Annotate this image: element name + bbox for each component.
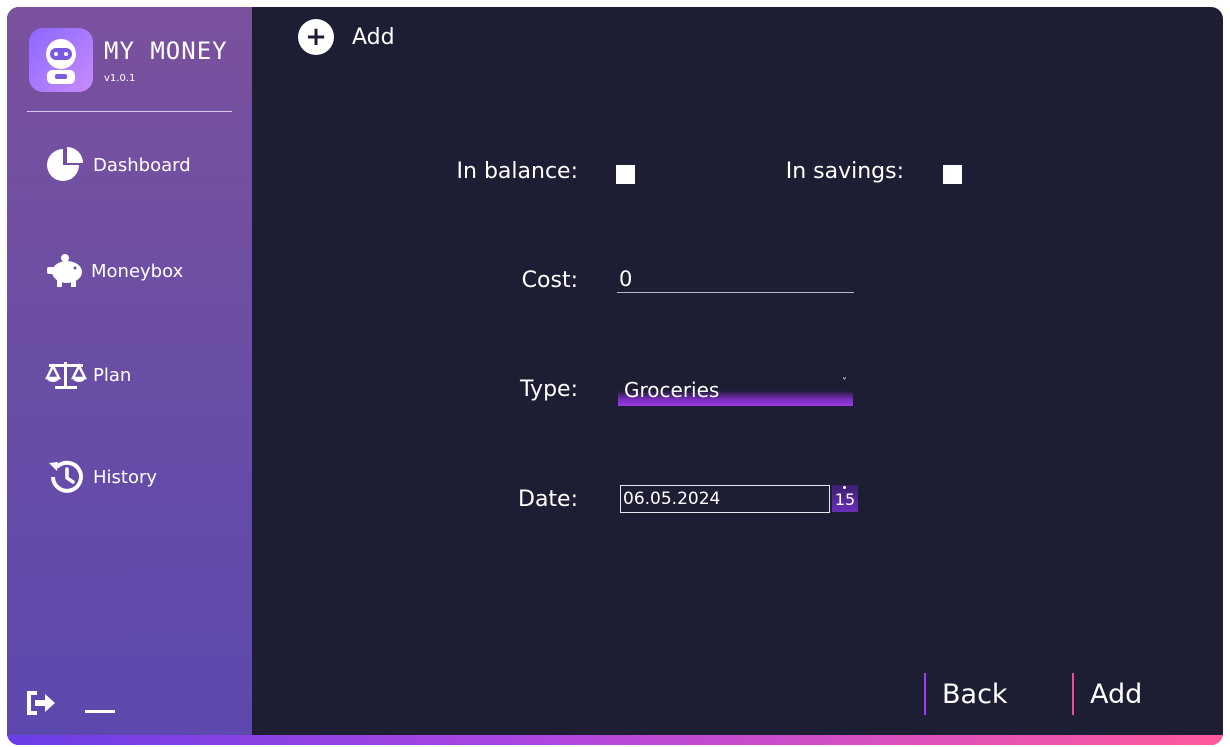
type-label: Type: (520, 377, 578, 402)
sidebar-item-label: Plan (93, 364, 132, 386)
sidebar-item-history[interactable]: History (45, 455, 157, 499)
sidebar-item-label: Dashboard (93, 154, 191, 176)
app-logo (29, 28, 93, 92)
in-savings-label: In savings: (785, 159, 904, 184)
history-icon (45, 457, 93, 497)
sidebar-item-moneybox[interactable]: Moneybox (45, 249, 183, 293)
calendar-button[interactable]: 15 (832, 485, 858, 512)
app-title: MY MONEY (104, 37, 228, 65)
app-window: MY MONEY v1.0.1 Dashboard Moneybox Plan … (7, 7, 1223, 745)
calendar-day: 15 (834, 490, 856, 509)
type-select-value: Groceries (624, 378, 720, 402)
minimize-icon[interactable] (85, 710, 115, 713)
logout-icon[interactable] (25, 690, 57, 720)
main-content: + Add In balance: In savings: Cost: Type… (252, 7, 1223, 735)
sidebar-divider (27, 111, 232, 112)
date-label: Date: (518, 487, 578, 512)
date-input[interactable] (620, 485, 830, 513)
bottom-gradient-bar (7, 735, 1223, 745)
page-title: Add (352, 24, 395, 50)
sidebar-item-dashboard[interactable]: Dashboard (45, 143, 191, 187)
pie-chart-icon (45, 145, 93, 185)
in-balance-checkbox[interactable] (616, 165, 635, 184)
scales-icon (45, 358, 93, 392)
add-button[interactable]: Add (1072, 673, 1142, 715)
add-button-label: Add (1090, 678, 1143, 710)
sidebar-item-label: Moneybox (91, 260, 184, 282)
back-button-label: Back (942, 678, 1008, 710)
back-button[interactable]: Back (924, 673, 1008, 715)
type-select[interactable]: Groceries ˅ (618, 375, 853, 406)
in-savings-checkbox[interactable] (943, 165, 962, 184)
cost-input[interactable] (617, 265, 854, 293)
cost-label: Cost: (521, 268, 578, 293)
in-balance-label: In balance: (456, 159, 578, 184)
calendar-icon (843, 486, 846, 489)
header-add-button[interactable]: + Add (298, 19, 395, 55)
plus-circle-icon: + (298, 19, 334, 55)
app-version: v1.0.1 (104, 73, 136, 84)
sidebar-item-label: History (93, 466, 158, 488)
robot-icon (46, 39, 76, 84)
sidebar-item-plan[interactable]: Plan (45, 353, 131, 397)
chevron-down-icon: ˅ (842, 377, 847, 388)
sidebar: MY MONEY v1.0.1 Dashboard Moneybox Plan … (7, 7, 252, 735)
piggy-bank-icon (45, 253, 91, 289)
add-button-accent (1072, 673, 1074, 715)
back-button-accent (924, 673, 926, 715)
